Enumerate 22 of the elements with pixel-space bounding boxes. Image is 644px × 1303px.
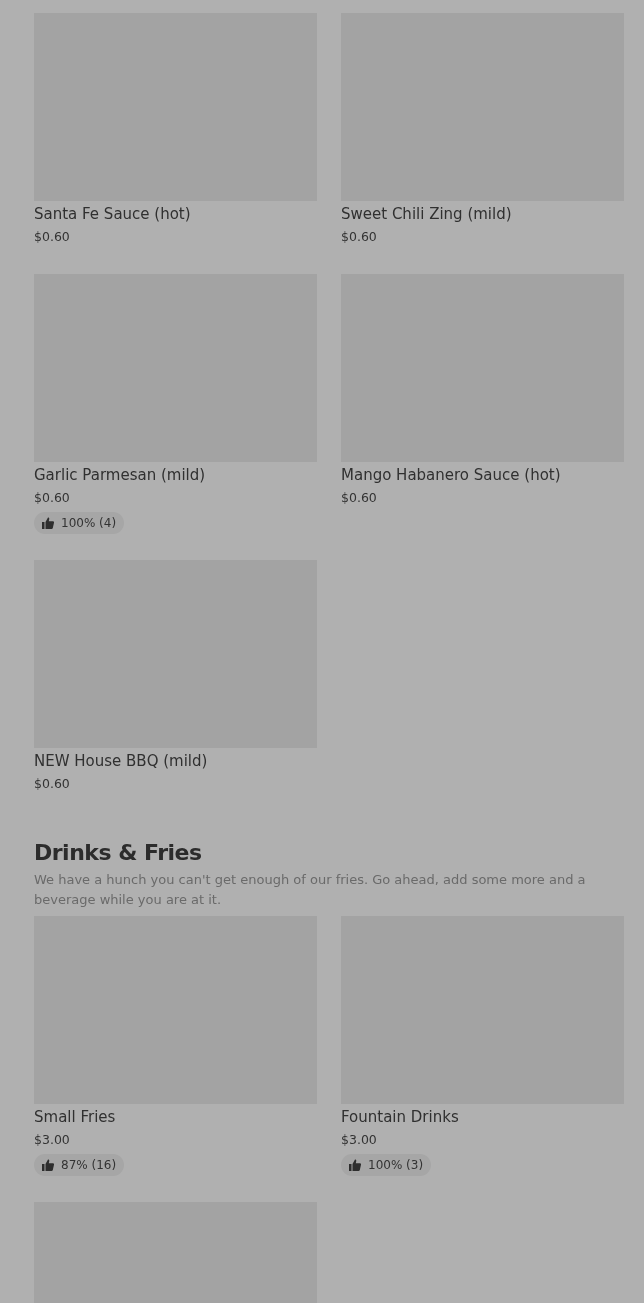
item-name: Mango Habanero Sauce (hot) — [341, 465, 562, 486]
item-price: $0.60 — [34, 489, 71, 507]
thumbs-up-icon — [42, 517, 54, 529]
item-name: Garlic Parmesan (mild) — [34, 465, 207, 486]
item-name: Small Fries — [34, 1107, 117, 1128]
item-name: NEW House BBQ (mild) — [34, 751, 209, 772]
item-name: Santa Fe Sauce (hot) — [34, 204, 192, 225]
thumbs-up-icon — [42, 1159, 54, 1171]
item-price: $3.00 — [341, 1131, 378, 1149]
item-price: $0.60 — [341, 228, 378, 246]
rating-text: 100% (3) — [368, 1158, 424, 1172]
item-name: Sweet Chili Zing (mild) — [341, 204, 513, 225]
item-price: $3.00 — [34, 1131, 71, 1149]
item-price: $0.60 — [34, 775, 71, 793]
item-name: Fountain Drinks — [341, 1107, 460, 1128]
item-price: $0.60 — [341, 489, 378, 507]
section-description: We have a hunch you can't get enough of our fries. Go ahead, add some more and a beverage while you are at it. — [34, 871, 587, 909]
item-price: $0.60 — [34, 228, 71, 246]
rating-text: 100% (4) — [61, 516, 117, 530]
section-heading: Drinks & Fries — [34, 839, 203, 867]
thumbs-up-icon — [349, 1159, 361, 1171]
rating-text: 87% (16) — [61, 1158, 117, 1172]
